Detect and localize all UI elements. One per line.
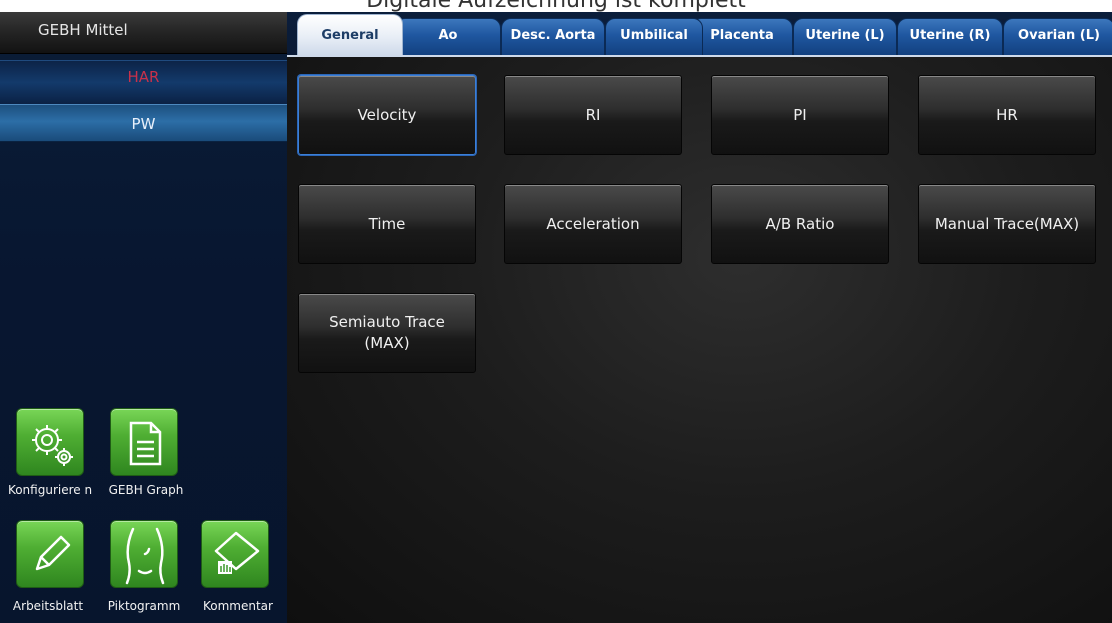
pictogram-button[interactable] (110, 520, 178, 588)
status-caption: Digitale Aufzeichnung ist komplett (0, 0, 1112, 12)
gebh-graph-label: GEBH Graph (108, 483, 184, 497)
configure-button[interactable] (16, 408, 84, 476)
tab-desc-aorta[interactable]: Desc. Aorta (501, 18, 605, 55)
body-pictogram-icon (125, 527, 165, 585)
worksheet-label: Arbeitsblatt (12, 599, 84, 613)
document-icon (129, 421, 162, 466)
pictogram-label: Piktogramm (107, 599, 181, 613)
worksheet-button[interactable] (16, 520, 84, 588)
tab-uterine-r[interactable]: Uterine (R) (897, 18, 1003, 55)
tab-uterine-l[interactable]: Uterine (L) (793, 18, 897, 55)
mode-har[interactable]: HAR (0, 60, 287, 104)
pencil-icon (35, 535, 71, 571)
tab-bar: Placenta Uterine (L) Uterine (R) Ovarian… (287, 12, 1112, 57)
velocity-button[interactable]: Velocity (298, 75, 476, 155)
tab-ao[interactable]: Ao (395, 18, 501, 55)
comment-button[interactable] (201, 520, 269, 588)
manual-trace-button[interactable]: Manual Trace(MAX) (918, 184, 1096, 264)
sidebar-header: GEBH Mittel (0, 12, 287, 54)
tab-placenta[interactable]: Placenta (691, 18, 793, 55)
acceleration-button[interactable]: Acceleration (504, 184, 682, 264)
hr-button[interactable]: HR (918, 75, 1096, 155)
tab-ovarian-l[interactable]: Ovarian (L) (1003, 18, 1112, 55)
semiauto-trace-button[interactable]: Semiauto Trace (MAX) (298, 293, 476, 373)
configure-label: Konfiguriere n (7, 483, 93, 497)
time-button[interactable]: Time (298, 184, 476, 264)
sidebar: GEBH Mittel HAR PW Konfiguriere n GEBH G… (0, 12, 287, 623)
main-panel: Placenta Uterine (L) Uterine (R) Ovarian… (287, 12, 1112, 623)
ab-ratio-button[interactable]: A/B Ratio (711, 184, 889, 264)
mode-pw[interactable]: PW (0, 104, 287, 142)
top-status-strip: Digitale Aufzeichnung ist komplett (0, 0, 1112, 12)
pi-button[interactable]: PI (711, 75, 889, 155)
comment-icon (214, 531, 260, 574)
tab-umbilical[interactable]: Umbilical (605, 18, 703, 55)
gears-icon (32, 425, 73, 466)
comment-label: Kommentar (203, 599, 273, 613)
tab-underline (287, 55, 1112, 57)
tab-general[interactable]: General (297, 14, 403, 55)
gebh-graph-button[interactable] (110, 408, 178, 476)
ri-button[interactable]: RI (504, 75, 682, 155)
